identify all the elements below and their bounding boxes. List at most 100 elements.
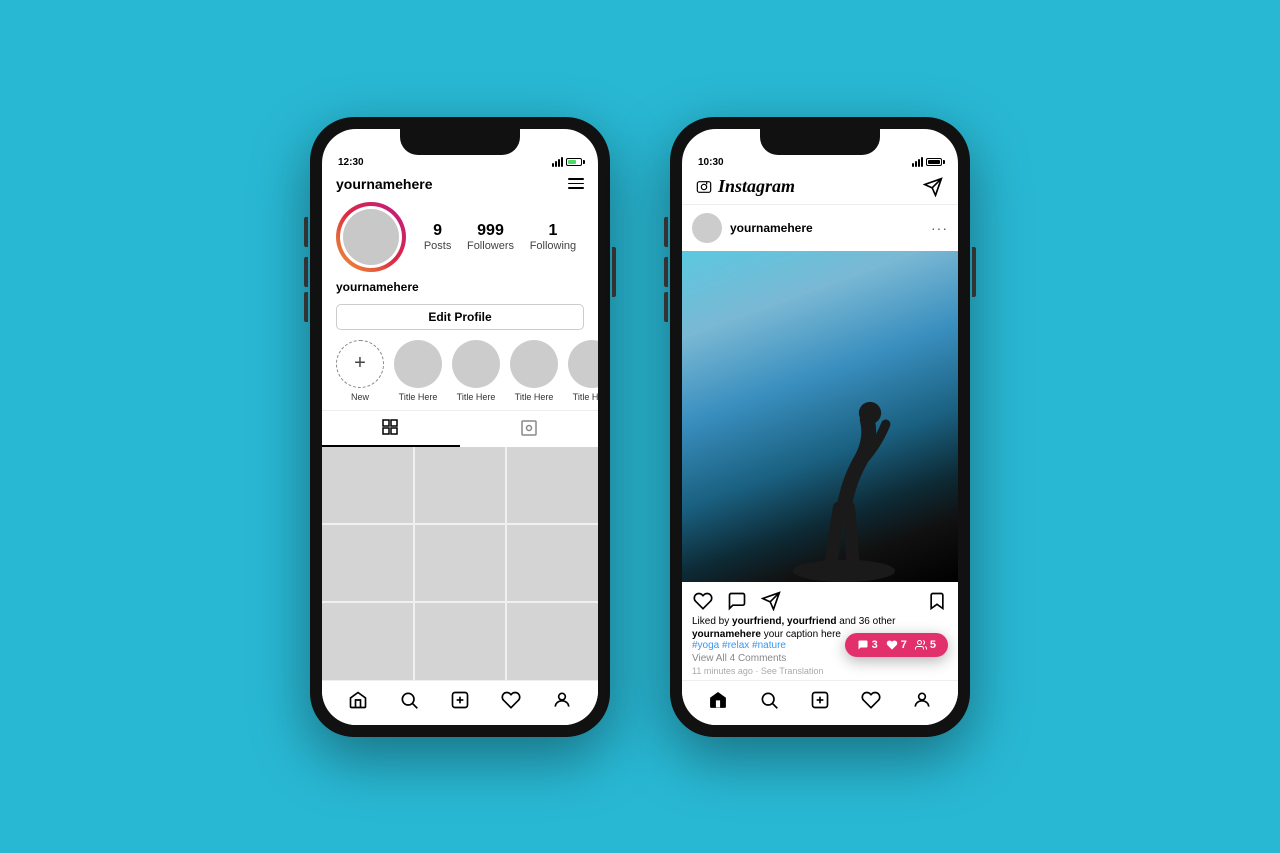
status-time-2: 10:30 [698,157,724,168]
tag-icon [520,419,538,437]
story-3[interactable]: Title Here [510,340,558,402]
nav-heart-2[interactable] [860,689,882,711]
notification-bubble: 3 7 5 [845,633,948,657]
comment-count: 3 [872,639,878,651]
story-label-1: Title Here [399,392,438,402]
nav-home-2[interactable] [707,689,729,711]
see-translation[interactable]: See Translation [761,666,824,676]
post-username: yournamehere [730,221,923,235]
followers-label: Followers [467,240,514,252]
direct-message-icon[interactable] [922,176,944,198]
profile-tabs [322,410,598,447]
signal-icon [552,157,563,167]
phone-2-screen: 10:30 Instagr [682,129,958,725]
profile-stats-row: 9 Posts 999 Followers 1 Following [322,198,598,276]
share-button[interactable] [760,590,782,612]
grid-cell-7[interactable] [322,603,413,679]
story-2[interactable]: Title Here [452,340,500,402]
post-time: 11 minutes ago · See Translation [682,666,958,680]
story-label-4: Title Here [573,392,598,402]
nav-profile-2[interactable] [911,689,933,711]
post-actions [682,582,958,616]
status-time-1: 12:30 [338,157,364,168]
story-label-2: Title Here [457,392,496,402]
follow-count: 5 [930,639,936,651]
nav-search[interactable] [398,689,420,711]
following-label: Following [530,240,576,252]
photo-grid [322,447,598,680]
nav-add-2[interactable] [809,689,831,711]
grid-cell-3[interactable] [507,447,598,523]
posts-label: Posts [424,240,452,252]
story-circle-1 [394,340,442,388]
grid-cell-4[interactable] [322,525,413,601]
camera-icon [696,179,712,195]
posts-count: 9 [433,222,442,240]
followers-count: 999 [477,222,504,240]
post-options-icon[interactable]: ··· [931,220,948,236]
notch-1 [400,129,520,155]
app-name: Instagram [718,176,795,197]
grid-cell-6[interactable] [507,525,598,601]
story-new[interactable]: + New [336,340,384,402]
grid-cell-9[interactable] [507,603,598,679]
phone-1: 12:30 yournamehere [310,117,610,737]
nav-heart[interactable] [500,689,522,711]
status-icons-1 [552,157,582,167]
battery-icon-2 [926,158,942,166]
profile-title-username: yournamehere [336,176,432,192]
comment-button[interactable] [726,590,748,612]
followers-stat[interactable]: 999 Followers [467,222,514,252]
stats-group: 9 Posts 999 Followers 1 Following [416,222,584,252]
post-image [682,251,958,582]
time-ago: 11 minutes ago [692,666,753,676]
avatar-ring [336,202,406,272]
edit-profile-button[interactable]: Edit Profile [336,304,584,330]
post-header: yournamehere ··· [682,205,958,251]
tab-tagged[interactable] [460,411,598,447]
comment-notif-icon [857,639,869,651]
story-circle-3 [510,340,558,388]
nav-add[interactable] [449,689,471,711]
posts-stat[interactable]: 9 Posts [424,222,452,252]
caption-username: yournamehere [692,629,761,640]
caption-text: your caption here [764,629,841,640]
story-label-3: Title Here [515,392,554,402]
grid-cell-2[interactable] [415,447,506,523]
bottom-nav-1 [322,680,598,725]
story-circle-4 [568,340,598,388]
following-count: 1 [548,222,557,240]
grid-cell-8[interactable] [415,603,506,679]
nav-profile[interactable] [551,689,573,711]
story-1[interactable]: Title Here [394,340,442,402]
story-4[interactable]: Title Here [568,340,598,402]
notch-2 [760,129,880,155]
feed-post: yournamehere ··· [682,205,958,680]
phone-1-screen: 12:30 yournamehere [322,129,598,725]
new-story-label: New [351,392,369,402]
tab-grid[interactable] [322,411,460,447]
battery-icon [566,158,582,166]
profile-name: yournamehere [322,276,598,298]
nav-home[interactable] [347,689,369,711]
likes-text: Liked by yourfriend, yourfriend and 36 o… [692,616,895,627]
like-count: 7 [901,639,907,651]
hashtags: #yoga #relax #nature [692,640,786,651]
bottom-nav-2 [682,680,958,725]
like-button[interactable] [692,590,714,612]
grid-icon [382,419,400,437]
grid-cell-1[interactable] [322,447,413,523]
like-notif: 7 [886,639,907,651]
new-story-icon[interactable]: + [336,340,384,388]
nav-search-2[interactable] [758,689,780,711]
post-likes: Liked by yourfriend, yourfriend and 36 o… [682,616,958,629]
save-button[interactable] [926,590,948,612]
grid-cell-5[interactable] [415,525,506,601]
follow-notif-icon [915,639,927,651]
follow-notif: 5 [915,639,936,651]
signal-icon-2 [912,157,923,167]
hamburger-menu[interactable] [568,178,584,189]
status-icons-2 [912,157,942,167]
feed-header: Instagram [682,172,958,205]
following-stat[interactable]: 1 Following [530,222,576,252]
